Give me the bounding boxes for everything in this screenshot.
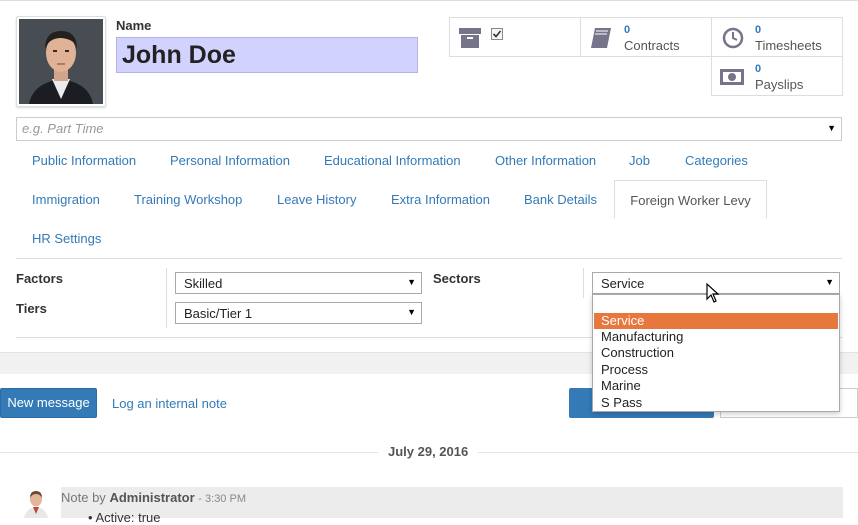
tab-categories[interactable]: Categories (685, 153, 748, 168)
active-checkbox[interactable] (491, 28, 503, 43)
column-separator-right (583, 268, 584, 298)
tab-public-information[interactable]: Public Information (32, 153, 136, 168)
chevron-down-icon: ▼ (827, 123, 836, 133)
active-toggle-button[interactable] (449, 17, 581, 57)
message-date: July 29, 2016 (378, 444, 479, 459)
sectors-option-manufacturing[interactable]: Manufacturing (594, 329, 838, 345)
author-avatar (21, 487, 52, 518)
tab-educational-information[interactable]: Educational Information (324, 153, 461, 168)
column-separator (166, 268, 167, 328)
sheet-top-border (0, 0, 858, 1)
contracts-count: 0 (624, 24, 631, 36)
archive-icon (458, 27, 482, 52)
tiers-select[interactable]: Basic/Tier 1 ▼ (175, 302, 422, 324)
chevron-down-icon: ▼ (407, 277, 416, 287)
timesheets-label: Timesheets (755, 38, 822, 53)
job-position-select[interactable]: e.g. Part Time ▼ (16, 117, 842, 141)
note-prefix: Note by (61, 490, 106, 505)
tiers-value: Basic/Tier 1 (184, 306, 253, 321)
sectors-option-service[interactable]: Service (594, 313, 838, 329)
sectors-option-process[interactable]: Process (594, 362, 838, 378)
sectors-option-construction[interactable]: Construction (594, 345, 838, 361)
factors-value: Skilled (184, 276, 223, 291)
tab-immigration[interactable]: Immigration (32, 192, 100, 207)
tab-training-workshop[interactable]: Training Workshop (134, 192, 242, 207)
avatar (19, 19, 103, 104)
tab-foreign-worker-levy[interactable]: Foreign Worker Levy (614, 180, 767, 219)
tab-extra-information[interactable]: Extra Information (391, 192, 490, 207)
log-internal-note-link[interactable]: Log an internal note (112, 396, 227, 411)
tab-divider (16, 258, 842, 259)
tab-bank-details[interactable]: Bank Details (524, 192, 597, 207)
contracts-button[interactable]: 0 Contracts (580, 17, 712, 57)
tab-other-information[interactable]: Other Information (495, 153, 596, 168)
payslips-button[interactable]: 0 Payslips (711, 56, 843, 96)
clock-icon (722, 27, 744, 52)
payslips-count: 0 (755, 63, 762, 75)
factors-select[interactable]: Skilled ▼ (175, 272, 422, 294)
sectors-option-s-pass[interactable]: S Pass (594, 395, 838, 411)
tab-personal-information[interactable]: Personal Information (170, 153, 290, 168)
name-label: Name (116, 18, 152, 33)
factors-label: Factors (16, 271, 63, 286)
tab-leave-history[interactable]: Leave History (277, 192, 356, 207)
book-icon (590, 27, 612, 52)
contracts-label: Contracts (624, 38, 680, 53)
timesheets-button[interactable]: 0 Timesheets (711, 17, 843, 57)
sectors-value: Service (601, 276, 645, 291)
tiers-label: Tiers (16, 301, 47, 316)
tab-job[interactable]: Job (629, 153, 650, 168)
payslips-label: Payslips (755, 77, 804, 92)
note-author[interactable]: Administrator (109, 490, 194, 505)
sectors-option-marine[interactable]: Marine (594, 378, 838, 394)
tab-hr-settings[interactable]: HR Settings (32, 231, 101, 246)
new-message-button[interactable]: New message (0, 388, 97, 418)
timesheets-count: 0 (755, 24, 762, 36)
chevron-down-icon: ▼ (825, 277, 834, 287)
money-icon (719, 68, 745, 89)
job-position-placeholder: e.g. Part Time (22, 121, 104, 136)
employee-photo[interactable] (16, 16, 106, 107)
name-input[interactable]: John Doe (116, 37, 418, 73)
note-time: - 3:30 PM (198, 493, 246, 505)
mouse-cursor-icon (706, 282, 720, 306)
sectors-label: Sectors (433, 271, 481, 286)
chevron-down-icon: ▼ (407, 307, 416, 317)
message-header: Note by Administrator - 3:30 PM (61, 490, 246, 505)
sectors-dropdown-list: Service Manufacturing Construction Proce… (592, 294, 840, 412)
